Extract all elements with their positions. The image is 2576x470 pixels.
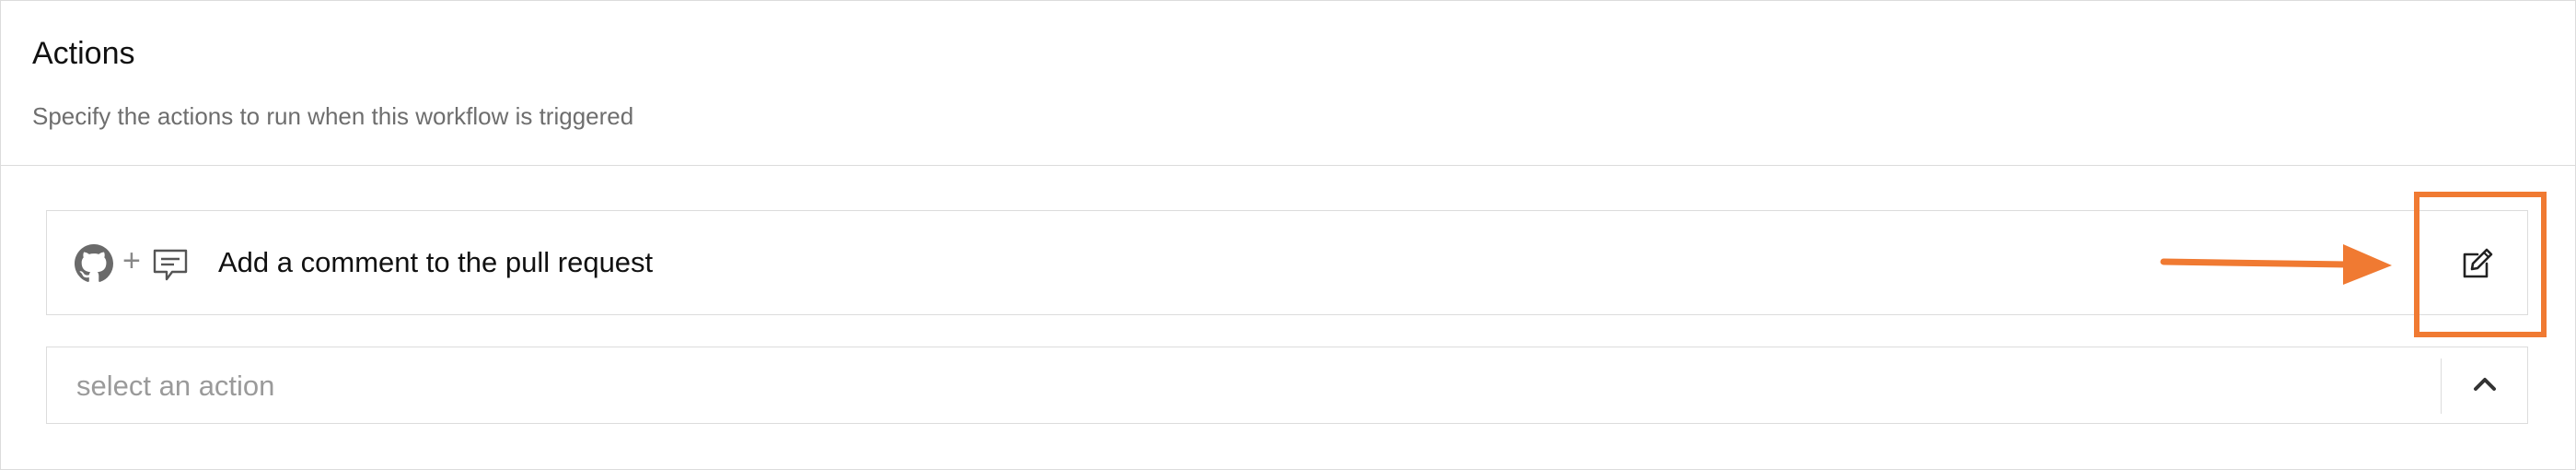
select-placeholder: select an action — [76, 370, 275, 402]
select-divider — [2441, 358, 2442, 414]
plus-separator: + — [122, 243, 141, 278]
annotation-arrow — [2160, 244, 2392, 285]
panel-header: Actions Specify the actions to run when … — [1, 1, 2575, 166]
edit-icon[interactable] — [2461, 245, 2496, 280]
chevron-up-icon[interactable] — [2468, 368, 2501, 401]
action-select[interactable]: select an action — [46, 347, 2528, 424]
section-subtitle: Specify the actions to run when this wor… — [32, 102, 634, 130]
section-title: Actions — [32, 36, 135, 71]
comment-icon — [153, 249, 188, 281]
action-label: Add a comment to the pull request — [218, 246, 654, 278]
github-icon — [75, 244, 113, 282]
